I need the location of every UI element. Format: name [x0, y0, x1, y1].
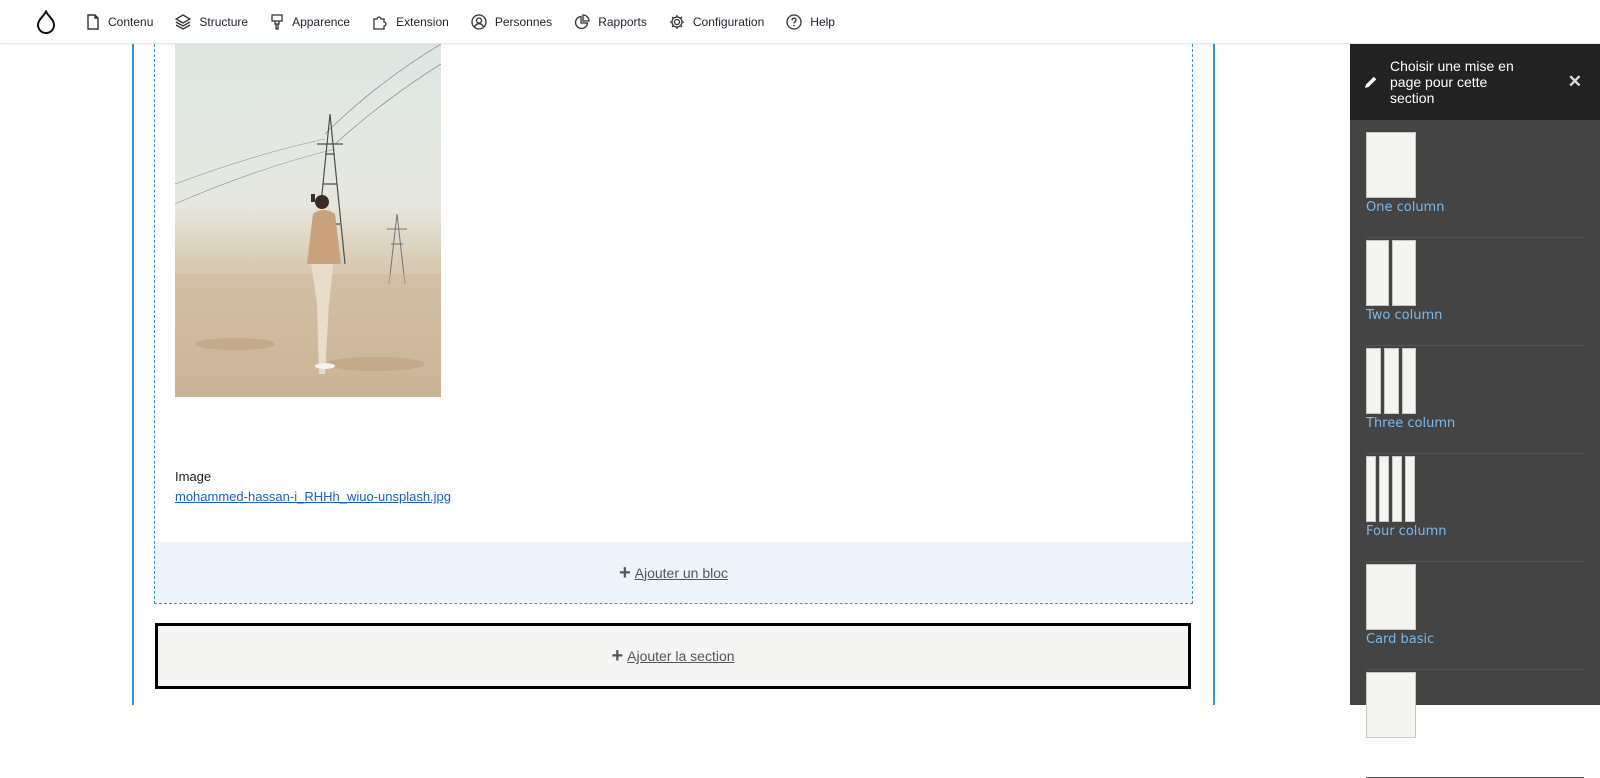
pencil-icon	[1365, 76, 1377, 88]
toolbar-item-label: Rapports	[598, 14, 647, 29]
layout-option-label[interactable]: Four column	[1366, 524, 1584, 539]
off-canvas-dialog: Choisir une mise en page pour cette sect…	[1350, 44, 1600, 778]
four-column-layout-icon	[1366, 456, 1584, 522]
paintbrush-icon	[271, 13, 283, 30]
close-icon[interactable]: ✕	[1568, 72, 1582, 92]
person-icon	[471, 13, 487, 30]
toolbar-item-help[interactable]: Help	[786, 13, 835, 30]
toolbar-item-contenu[interactable]: Contenu	[86, 13, 154, 30]
add-section-label[interactable]: Ajouter la section	[627, 648, 734, 664]
toolbar-item-label: Personnes	[494, 14, 553, 29]
toolbar-item-label: Extension	[396, 14, 449, 29]
image-file-link[interactable]: mohammed-hassan-i_RHHh_wiuo-unsplash.jpg	[175, 489, 451, 504]
add-section-button[interactable]: + Ajouter la section	[155, 623, 1191, 689]
layout-option-next[interactable]	[1366, 670, 1584, 778]
two-column-layout-icon	[1366, 240, 1584, 306]
add-block-button[interactable]: + Ajouter un bloc	[155, 542, 1192, 603]
one-column-layout-icon	[1366, 132, 1584, 198]
toolbar-item-personnes[interactable]: Personnes	[471, 13, 553, 30]
off-canvas-header: Choisir une mise en page pour cette sect…	[1350, 44, 1600, 120]
plus-icon: +	[611, 645, 624, 667]
layout-list: One column Two column Three column Four …	[1350, 120, 1600, 778]
layout-option-label[interactable]: Three column	[1366, 416, 1584, 431]
toolbar-item-configuration[interactable]: Configuration	[669, 14, 764, 30]
puzzle-icon	[373, 15, 387, 30]
toolbar-item-rapports[interactable]: Rapports	[574, 13, 647, 30]
drupal-drop-icon[interactable]	[23, 0, 69, 44]
gear-icon	[669, 14, 684, 29]
layout-option-two-column[interactable]: Two column	[1366, 238, 1584, 346]
add-block-label[interactable]: Ajouter un bloc	[635, 565, 728, 581]
layout-option-four-column[interactable]: Four column	[1366, 454, 1584, 562]
layout-option-label[interactable]: Two column	[1366, 308, 1584, 323]
card-basic-layout-icon	[1366, 564, 1584, 630]
layout-option-label[interactable]: One column	[1366, 200, 1584, 215]
toolbar-item-label: Contenu	[108, 14, 154, 29]
toolbar-item-label: Apparence	[292, 14, 351, 29]
toolbar-item-apparence[interactable]: Apparence	[270, 13, 351, 30]
layout-option-label[interactable]: Card basic	[1366, 632, 1584, 647]
content-image[interactable]	[175, 44, 441, 397]
toolbar-item-label: Structure	[199, 14, 249, 29]
layout-option-three-column[interactable]: Three column	[1366, 346, 1584, 454]
layers-icon	[175, 13, 192, 30]
pie-chart-icon	[575, 13, 590, 29]
three-column-layout-icon	[1366, 348, 1584, 414]
layout-icon	[1366, 672, 1584, 738]
layout-option-card-basic[interactable]: Card basic	[1366, 562, 1584, 670]
layout-option-one-column[interactable]: One column	[1366, 130, 1584, 238]
toolbar-item-label: Configuration	[692, 14, 765, 29]
image-field-label: Image	[175, 469, 212, 484]
question-icon	[786, 13, 802, 30]
toolbar-menu: Contenu Structure Apparence Extension Pe…	[86, 13, 857, 30]
toolbar-item-label: Help	[810, 14, 835, 29]
toolbar-item-extension[interactable]: Extension	[372, 14, 449, 30]
plus-icon: +	[618, 561, 631, 584]
toolbar-item-structure[interactable]: Structure	[175, 13, 249, 30]
off-canvas-title: Choisir une mise en page pour cette sect…	[1390, 58, 1514, 106]
admin-toolbar: Contenu Structure Apparence Extension Pe…	[0, 0, 1600, 44]
page-icon	[87, 13, 99, 30]
